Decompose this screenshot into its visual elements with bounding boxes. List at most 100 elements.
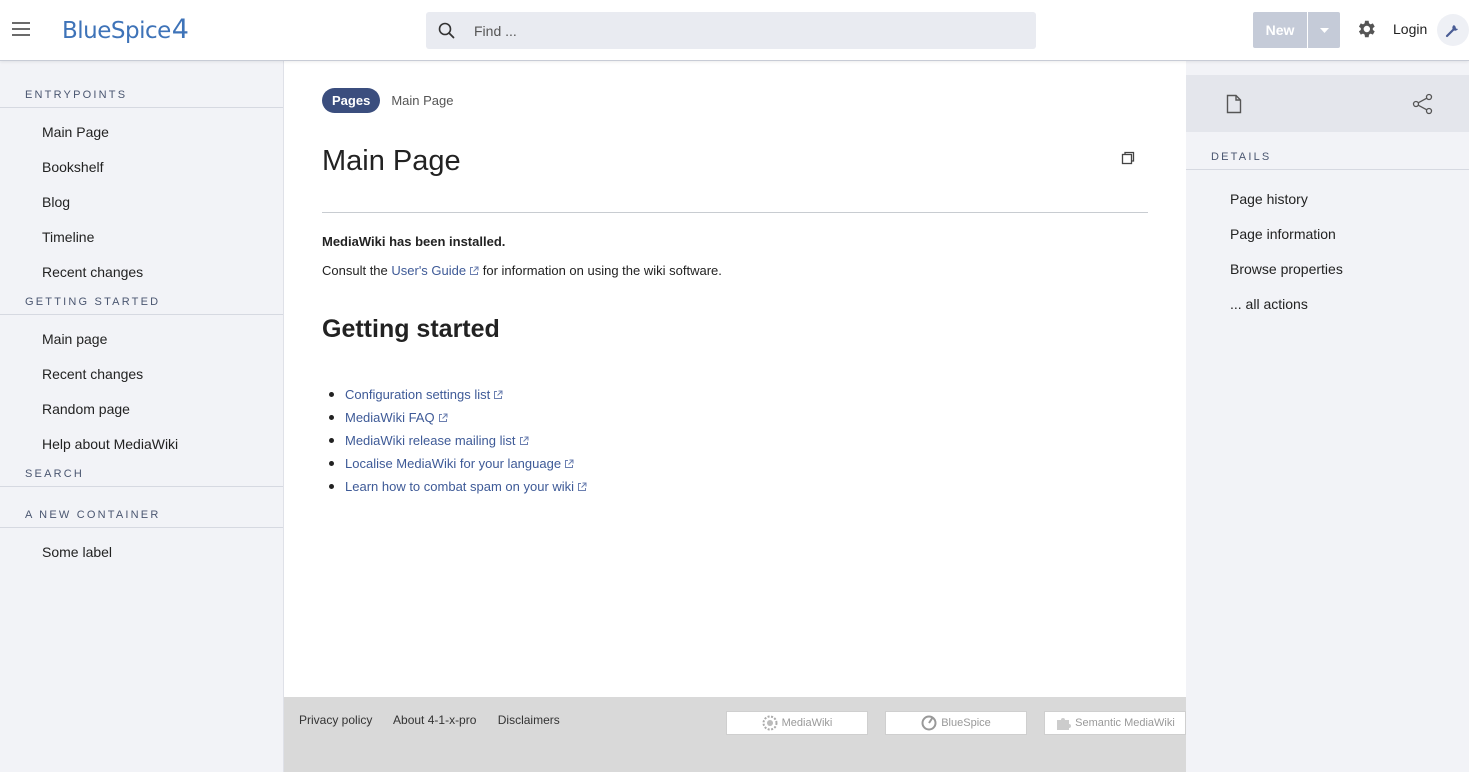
users-guide-link-text: User's Guide	[391, 263, 467, 278]
external-link-icon	[494, 390, 503, 399]
browse-properties-link[interactable]: Browse properties	[1186, 251, 1469, 286]
divider	[0, 107, 283, 108]
getting-started-list: Configuration settings list MediaWiki FA…	[322, 383, 587, 498]
sidebar-item-bookshelf[interactable]: Bookshelf	[0, 149, 283, 184]
new-dropdown-button[interactable]	[1308, 12, 1340, 48]
section-title: A NEW CONTAINER	[25, 508, 161, 521]
link-text: MediaWiki release mailing list	[345, 433, 516, 448]
privacy-policy-link[interactable]: Privacy policy	[299, 713, 372, 727]
bluespice-mark-icon	[921, 715, 937, 731]
users-guide-link[interactable]: User's Guide	[391, 263, 479, 278]
sidebar-item-blog[interactable]: Blog	[0, 184, 283, 219]
search-box	[426, 12, 1036, 49]
tools-button[interactable]	[1437, 14, 1469, 46]
sidebar-item-random-page[interactable]: Random page	[0, 391, 283, 426]
sidebar-item-recent-changes[interactable]: Recent changes	[0, 254, 283, 289]
caret-down-icon	[1319, 27, 1329, 33]
sidebar-item-recent-changes-lower[interactable]: Recent changes	[0, 356, 283, 391]
gear-icon[interactable]	[1355, 18, 1377, 40]
bluespice-badge[interactable]: BlueSpice	[885, 711, 1027, 735]
about-link[interactable]: About 4-1-x-pro	[393, 713, 476, 727]
config-settings-link[interactable]: Configuration settings list	[345, 387, 503, 402]
puzzle-icon	[1057, 718, 1072, 730]
menu-icon[interactable]	[12, 22, 30, 38]
badge-label: MediaWiki	[781, 717, 833, 729]
share-icon[interactable]	[1412, 93, 1434, 115]
divider	[0, 486, 283, 487]
wrench-icon	[1445, 25, 1458, 38]
external-link-icon	[578, 482, 587, 491]
sidebar-item-help[interactable]: Help about MediaWiki	[0, 426, 283, 461]
breadcrumb-pages-pill[interactable]: Pages	[322, 88, 381, 113]
semantic-mediawiki-badge[interactable]: Semantic MediaWiki	[1044, 711, 1186, 735]
sidebar-section-entrypoints: ENTRYPOINTS Main Page Bookshelf Blog Tim…	[0, 82, 283, 289]
page-document-icon[interactable]	[1226, 94, 1242, 114]
localise-link[interactable]: Localise MediaWiki for your language	[345, 456, 574, 471]
sidebar-section-getting-started: GETTING STARTED Main page Recent changes…	[0, 289, 283, 461]
link-text: Learn how to combat spam on your wiki	[345, 479, 575, 494]
external-link-icon	[470, 266, 479, 275]
divider	[1186, 169, 1469, 170]
consult-line: Consult the User's Guide for information…	[322, 263, 722, 278]
details-section: DETAILS	[1186, 144, 1469, 176]
sidebar-item-timeline[interactable]: Timeline	[0, 219, 283, 254]
getting-started-heading: Getting started	[322, 315, 500, 343]
external-link-icon	[565, 459, 574, 468]
mailing-list-link[interactable]: MediaWiki release mailing list	[345, 433, 529, 448]
title-divider	[322, 212, 1148, 213]
top-header: BlueSpice4 New Login	[0, 0, 1469, 61]
sidebar-item-main-page[interactable]: Main Page	[0, 114, 283, 149]
mediawiki-badge[interactable]: MediaWiki	[726, 711, 868, 735]
list-item: Configuration settings list	[322, 383, 587, 406]
consult-prefix: Consult the	[322, 263, 392, 278]
link-text: Configuration settings list	[345, 387, 491, 402]
section-title: GETTING STARTED	[25, 295, 161, 308]
footer-links: Privacy policy About 4-1-x-pro Disclaime…	[299, 713, 578, 727]
sidebar-section-search: SEARCH	[0, 461, 283, 487]
login-link[interactable]: Login	[1393, 21, 1427, 37]
section-title: SEARCH	[25, 467, 85, 480]
external-link-icon	[438, 413, 448, 422]
section-title: ENTRYPOINTS	[25, 88, 128, 101]
page-footer: Privacy policy About 4-1-x-pro Disclaime…	[284, 697, 1186, 772]
sidebar-section-new-container: A NEW CONTAINER Some label	[0, 502, 283, 569]
list-item: MediaWiki release mailing list	[322, 429, 587, 452]
consult-suffix: for information on using the wiki softwa…	[479, 263, 722, 278]
search-input[interactable]	[474, 12, 1014, 49]
mediawiki-faq-link[interactable]: MediaWiki FAQ	[345, 410, 448, 425]
installed-message: MediaWiki has been installed.	[322, 234, 506, 249]
divider	[0, 527, 283, 528]
mediawiki-flower-icon	[762, 715, 778, 731]
page-title: Main Page	[322, 145, 461, 177]
list-item: Learn how to combat spam on your wiki	[322, 475, 587, 498]
logo-number: 4	[171, 14, 189, 45]
right-sidebar-tabs	[1186, 75, 1469, 132]
external-link-icon	[519, 436, 528, 445]
all-actions-link[interactable]: ... all actions	[1186, 286, 1469, 321]
disclaimers-link[interactable]: Disclaimers	[498, 713, 560, 727]
link-text: Localise MediaWiki for your language	[345, 456, 562, 471]
right-sidebar: DETAILS Page history Page information Br…	[1186, 61, 1469, 772]
link-text: MediaWiki FAQ	[345, 410, 435, 425]
divider	[0, 314, 283, 315]
badge-label: BlueSpice	[941, 717, 991, 729]
badge-label: Semantic MediaWiki	[1075, 717, 1175, 729]
details-items: Page history Page information Browse pro…	[1186, 181, 1469, 321]
left-sidebar: ENTRYPOINTS Main Page Bookshelf Blog Tim…	[0, 61, 284, 772]
new-button[interactable]: New	[1253, 12, 1307, 48]
breadcrumb-current[interactable]: Main Page	[391, 93, 453, 108]
page-information-link[interactable]: Page information	[1186, 216, 1469, 251]
list-item: MediaWiki FAQ	[322, 406, 587, 429]
copy-icon[interactable]	[1121, 151, 1135, 165]
page-history-link[interactable]: Page history	[1186, 181, 1469, 216]
bluespice-logo[interactable]: BlueSpice4	[62, 14, 189, 45]
logo-text: BlueSpice	[62, 18, 171, 44]
sidebar-item-main-page-lower[interactable]: Main page	[0, 321, 283, 356]
main-content: Pages Main Page Main Page MediaWiki has …	[284, 61, 1186, 697]
breadcrumb: Pages Main Page	[322, 88, 453, 113]
list-item: Localise MediaWiki for your language	[322, 452, 587, 475]
sidebar-item-some-label[interactable]: Some label	[0, 534, 283, 569]
combat-spam-link[interactable]: Learn how to combat spam on your wiki	[345, 479, 587, 494]
section-title: DETAILS	[1211, 150, 1272, 163]
search-icon[interactable]	[438, 22, 455, 39]
